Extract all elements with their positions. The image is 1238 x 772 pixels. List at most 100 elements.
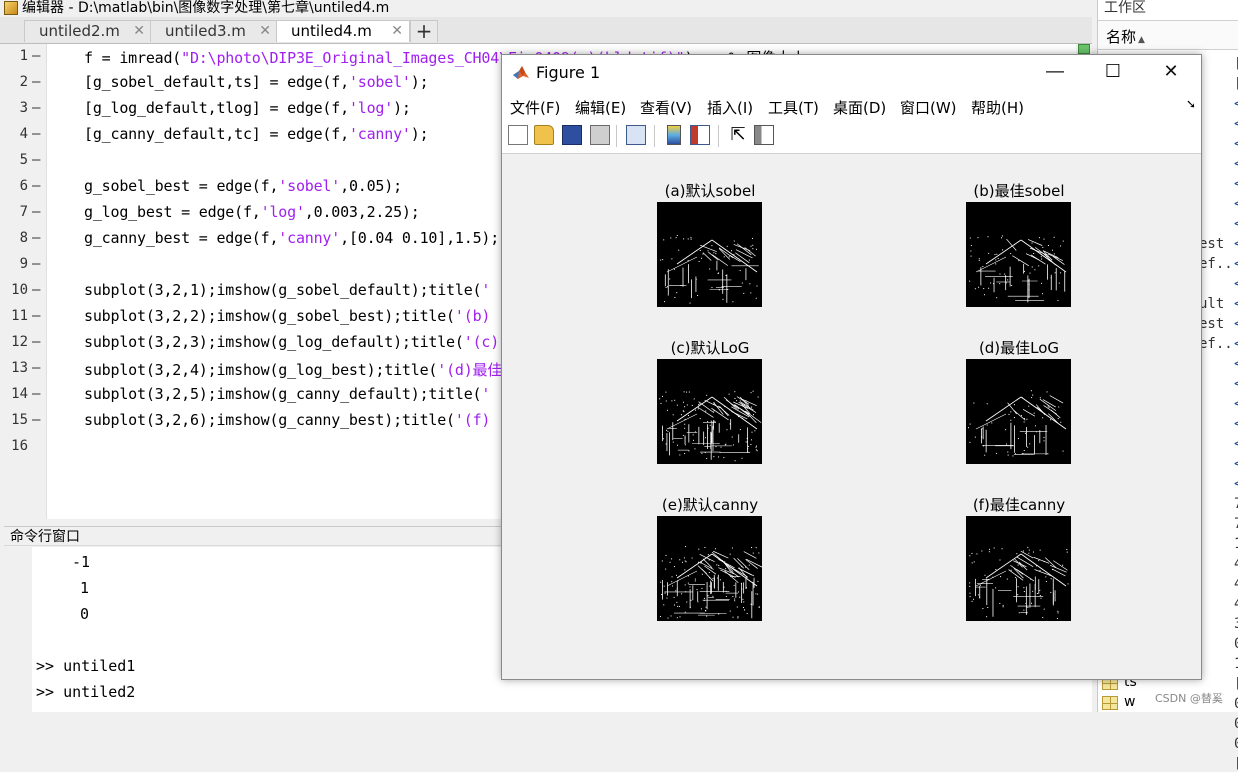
minimize-button[interactable]: ― [1032,55,1078,89]
tab-untiled2[interactable]: untiled2.m ✕ [24,20,152,42]
pointer-icon[interactable]: ⇱ [728,125,748,145]
edge-pixel [683,238,685,240]
edge-image-axes[interactable] [966,359,1071,464]
watermark: CSDN @替奚 [1155,692,1223,705]
edge-pixel [684,444,686,446]
tab-untiled4[interactable]: untiled4.m ✕ [276,20,410,42]
breakpoint-marker[interactable]: — [32,100,40,116]
menu-help[interactable]: 帮助(H) [971,97,1024,118]
edge-pixel [706,394,708,396]
edge-pixel [1043,440,1045,442]
edge-pixel [978,594,980,596]
new-figure-icon[interactable] [508,125,528,145]
edge-pixel [677,580,679,582]
edge-pixel [660,259,662,261]
open-file-icon[interactable] [534,125,554,145]
close-tab-icon[interactable]: ✕ [133,21,145,42]
menu-tools[interactable]: 工具(T) [768,97,819,118]
workspace-value-fragment: < [1234,396,1238,412]
code-line: subplot(3,2,3);imshow(g_log_default);tit… [84,333,500,351]
edge-pixel [1045,581,1047,583]
edge-pixel [1042,293,1044,295]
close-tab-icon[interactable]: ✕ [391,21,403,42]
workspace-variable[interactable]: w [1124,694,1135,710]
edge-pixel [684,453,686,455]
edge-pixel [731,250,733,252]
breakpoint-marker[interactable]: — [32,178,40,194]
breakpoint-marker[interactable]: — [32,360,40,376]
edge-pixel [664,301,666,303]
edge-pixel [1036,431,1038,433]
edge-pixel [702,253,704,255]
breakpoint-marker[interactable]: — [32,256,40,272]
edge-pixel [746,612,748,614]
edge-pixel [981,428,983,430]
breakpoint-marker[interactable]: — [32,386,40,402]
workspace-title: 工作区 [1104,0,1146,16]
edge-pixel [999,602,1001,604]
edge-pixel [969,441,971,443]
save-icon[interactable] [562,125,582,145]
edge-pixel [678,605,680,607]
edge-pixel [725,568,727,570]
edge-image-axes[interactable] [657,516,762,621]
edge-pixel [969,592,971,594]
close-button[interactable]: ✕ [1148,55,1194,89]
menu-insert[interactable]: 插入(I) [707,97,753,118]
edge-pixel [757,396,759,398]
edge-pixel [755,297,757,299]
breakpoint-marker[interactable]: — [32,334,40,350]
edge-pixel [737,576,739,578]
edge-pixel [704,452,706,454]
add-tab-button[interactable]: + [410,20,438,42]
menu-window[interactable]: 窗口(W) [900,97,957,118]
menu-view[interactable]: 查看(V) [640,97,692,118]
breakpoint-marker[interactable]: — [32,152,40,168]
edge-pixel [686,391,688,393]
breakpoint-marker[interactable]: — [32,412,40,428]
edge-image-axes[interactable] [657,202,762,307]
edge-pixel [747,445,749,447]
edge-pixel [971,562,973,564]
edge-pixel [1036,565,1038,567]
link-plot-icon[interactable] [626,125,646,145]
subplot-title: (b)最佳sobel [973,182,1065,200]
menu-desktop[interactable]: 桌面(D) [833,97,886,118]
edge-pixel [738,591,740,593]
menu-edit[interactable]: 编辑(E) [575,97,626,118]
property-editor-icon[interactable] [754,125,774,145]
colorbar-icon[interactable] [667,125,681,145]
edge-image [968,390,1067,457]
breakpoint-marker[interactable]: — [32,126,40,142]
dock-arrow-icon[interactable]: ➘ [1186,97,1196,111]
figure-title-bar[interactable]: Figure 1 ― ☐ ✕ [502,55,1201,91]
close-tab-icon[interactable]: ✕ [259,21,271,42]
breakpoint-marker[interactable]: — [32,282,40,298]
breakpoint-marker[interactable]: — [32,308,40,324]
workspace-value-fragment: < [1234,336,1238,352]
menu-file[interactable]: 文件(F) [510,97,560,118]
breakpoint-marker[interactable]: — [32,48,40,64]
tab-untiled3[interactable]: untiled3.m ✕ [150,20,278,42]
maximize-button[interactable]: ☐ [1090,55,1136,89]
edge-image-axes[interactable] [966,516,1071,621]
breakpoint-marker[interactable]: — [32,204,40,220]
edge-pixel [671,576,673,578]
edge-pixel [1018,612,1020,614]
edge-pixel [672,441,674,443]
breakpoint-marker[interactable]: — [32,74,40,90]
name-column-header[interactable]: 名称 ▲ [1106,26,1145,47]
edge-pixel [729,553,731,555]
edge-pixel [673,604,675,606]
edge-image-axes[interactable] [657,359,762,464]
legend-icon[interactable] [690,125,710,145]
line-number: 12 [11,334,28,350]
figure-canvas[interactable]: (a)默认sobel (b)最佳sobel (c)默认LoG (d)最佳LoG (e)默… [502,154,1201,679]
edge-pixel [1005,282,1007,284]
edge-pixel [695,278,697,280]
edge-image-axes[interactable] [966,202,1071,307]
edge-pixel [732,596,734,598]
edge-pixel [696,589,698,591]
print-icon[interactable] [590,125,610,145]
breakpoint-marker[interactable]: — [32,230,40,246]
